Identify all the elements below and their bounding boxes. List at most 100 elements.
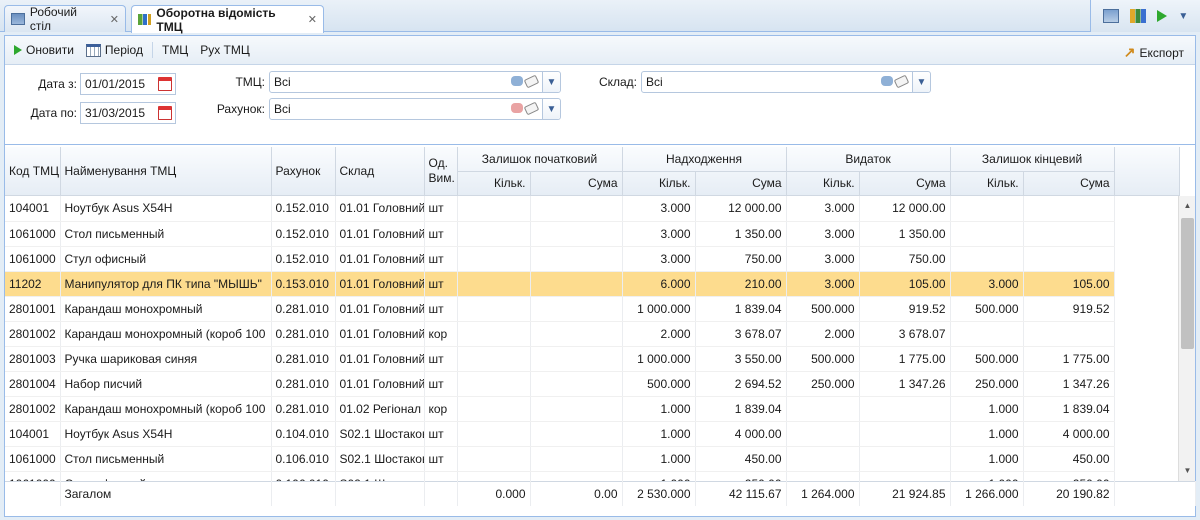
cell-in-sum: 250.00 [695, 471, 787, 481]
cell-open-sum [530, 371, 623, 397]
cell-unit: кор [424, 321, 458, 347]
tmc-combo[interactable]: Всі ▼ [269, 71, 561, 93]
tmc-label: ТМЦ [161, 43, 189, 57]
calendar-icon[interactable] [158, 77, 172, 91]
bar-chart-icon[interactable] [1129, 9, 1146, 23]
account-combo[interactable]: Всі ▼ [269, 98, 561, 120]
table-row[interactable]: 1061000 Стол письменный 0.106.010 S02.1 Шос… [5, 446, 1115, 472]
table-row[interactable]: 2801002 Карандаш монохромный (короб 100 0.… [5, 321, 1115, 347]
tab-desktop[interactable]: Робочий стіл ✕ [4, 5, 126, 33]
table-row[interactable]: 2801002 Карандаш монохромный (короб 100 0.… [5, 396, 1115, 422]
cell-unit: шт [424, 271, 458, 297]
table-row[interactable]: 104001 Ноутбук Asus X54H 0.104.010 S02.1 Шо… [5, 421, 1115, 447]
cell-close-sum: 1 839.04 [1023, 396, 1115, 422]
col-out-qty-header[interactable]: Кільк. [786, 171, 860, 196]
table-row[interactable]: 104001 Ноутбук Asus X54H 0.152.010 01.01 Го… [5, 196, 1115, 222]
scroll-up-arrow-icon[interactable]: ▲ [1179, 198, 1196, 214]
col-close-sum-header[interactable]: Сума [1023, 171, 1115, 196]
table-row[interactable]: 2801004 Набор писчий 0.281.010 01.01 Головн… [5, 371, 1115, 397]
date-from-field[interactable]: 01/01/2015 [80, 73, 176, 95]
totals-label: Загалом [60, 481, 272, 506]
scrollbar-thumb[interactable] [1181, 218, 1194, 349]
toolbar: Оновити Період ТМЦ Рух ТМЦ ↗ Експорт [5, 36, 1195, 65]
refresh-button[interactable]: Оновити [11, 41, 77, 59]
cell-close-qty: 3.000 [950, 271, 1024, 297]
chevron-down-icon[interactable]: ▼ [1178, 11, 1188, 22]
col-open-qty-header[interactable]: Кільк. [457, 171, 531, 196]
cell-out-sum: 3 678.07 [859, 321, 951, 347]
tab-turnover-report[interactable]: Оборотна відомість ТМЦ ✕ [131, 5, 324, 34]
date-to-field[interactable]: 31/03/2015 [80, 102, 176, 124]
cell-open-qty [457, 271, 531, 297]
chat-bubbles-icon[interactable] [511, 76, 523, 86]
cell-out-qty: 3.000 [786, 246, 860, 272]
warehouse-combo-value: Всі [646, 75, 663, 89]
cell-out-sum [859, 396, 951, 422]
chat-bubbles-icon[interactable] [511, 103, 523, 113]
col-name-header[interactable]: Найменування ТМЦ [60, 147, 272, 196]
movement-button[interactable]: Рух ТМЦ [197, 41, 253, 59]
export-button[interactable]: ↗ Експорт [1121, 42, 1187, 63]
cell-warehouse: S02.1 Шостаков [335, 446, 425, 472]
cell-name: Манипулятор для ПК типа "МЫШЬ" [60, 271, 272, 297]
cell-out-sum: 12 000.00 [859, 196, 951, 222]
col-in-qty-header[interactable]: Кільк. [622, 171, 696, 196]
cell-close-qty: 1.000 [950, 446, 1024, 472]
table-row[interactable]: 2801001 Карандаш монохромный 0.281.010 01.0… [5, 296, 1115, 322]
eraser-icon[interactable] [893, 74, 910, 89]
cell-name: Набор писчий [60, 371, 272, 397]
play-icon[interactable] [1157, 10, 1168, 22]
cell-out-sum [859, 421, 951, 447]
eraser-icon[interactable] [523, 74, 540, 89]
col-account-header[interactable]: Рахунок [271, 147, 336, 196]
period-button[interactable]: Період [83, 41, 146, 59]
cell-open-sum [530, 396, 623, 422]
scroll-down-arrow-icon[interactable]: ▼ [1179, 463, 1196, 479]
calendar-icon [85, 43, 101, 57]
cell-close-sum [1023, 221, 1115, 247]
cell-in-qty: 2.000 [622, 321, 696, 347]
cell-account: 0.152.010 [271, 246, 336, 272]
eraser-icon[interactable] [523, 101, 540, 116]
date-to-value: 31/03/2015 [85, 106, 146, 120]
account-combo-value: Всі [274, 102, 291, 116]
calendar-icon[interactable] [158, 106, 172, 120]
cell-open-qty [457, 196, 531, 222]
totals-out-sum: 21 924.85 [859, 481, 951, 506]
col-in-sum-header[interactable]: Сума [695, 171, 787, 196]
table-row[interactable]: 1061000 Стул офисный 0.152.010 01.01 Головн… [5, 246, 1115, 272]
chat-bubbles-icon[interactable] [881, 76, 893, 86]
table-row[interactable]: 1061000 Стол письменный 0.152.010 01.01 Гол… [5, 221, 1115, 247]
cell-in-qty: 1 000.000 [622, 346, 696, 372]
image-icon[interactable] [1102, 9, 1119, 23]
table-row[interactable]: 11202 Манипулятор для ПК типа "МЫШЬ" 0.153… [5, 271, 1115, 297]
col-unit-header[interactable]: Од. Вим. [424, 147, 458, 196]
col-warehouse-header[interactable]: Склад [335, 147, 425, 196]
cell-account: 0.153.010 [271, 271, 336, 297]
vertical-scrollbar[interactable]: ▲ ▼ [1178, 196, 1195, 481]
cell-name: Карандаш монохромный [60, 296, 272, 322]
period-label: Період [104, 43, 143, 57]
chevron-down-icon[interactable]: ▼ [542, 99, 560, 119]
grid-header: Код ТМЦ Найменування ТМЦ Рахунок Склад О… [5, 147, 1180, 196]
chevron-down-icon[interactable]: ▼ [542, 72, 560, 92]
col-open-sum-header[interactable]: Сума [530, 171, 623, 196]
warehouse-combo[interactable]: Всі ▼ [641, 71, 931, 93]
table-row[interactable]: 2801003 Ручка шариковая синяя 0.281.010 01.… [5, 346, 1115, 372]
table-row[interactable]: 1061000Стул офисный0.106.010S02.1 Шостак… [5, 471, 1115, 481]
cell-out-qty: 500.000 [786, 346, 860, 372]
col-out-sum-header[interactable]: Сума [859, 171, 951, 196]
cell-close-qty: 1.000 [950, 421, 1024, 447]
cell-out-sum [859, 446, 951, 472]
close-icon[interactable]: ✕ [110, 13, 119, 26]
chevron-down-icon[interactable]: ▼ [912, 72, 930, 92]
col-code-header[interactable]: Код ТМЦ [5, 147, 61, 196]
cell-out-sum: 919.52 [859, 296, 951, 322]
col-unit-header-line2: Вим. [428, 170, 455, 185]
combo-icons [881, 74, 910, 89]
close-icon[interactable]: ✕ [308, 13, 317, 26]
cell-account: 0.106.010 [271, 471, 336, 481]
col-close-qty-header[interactable]: Кільк. [950, 171, 1024, 196]
tmc-button[interactable]: ТМЦ [159, 41, 191, 59]
tmc-combo-value: Всі [274, 75, 291, 89]
